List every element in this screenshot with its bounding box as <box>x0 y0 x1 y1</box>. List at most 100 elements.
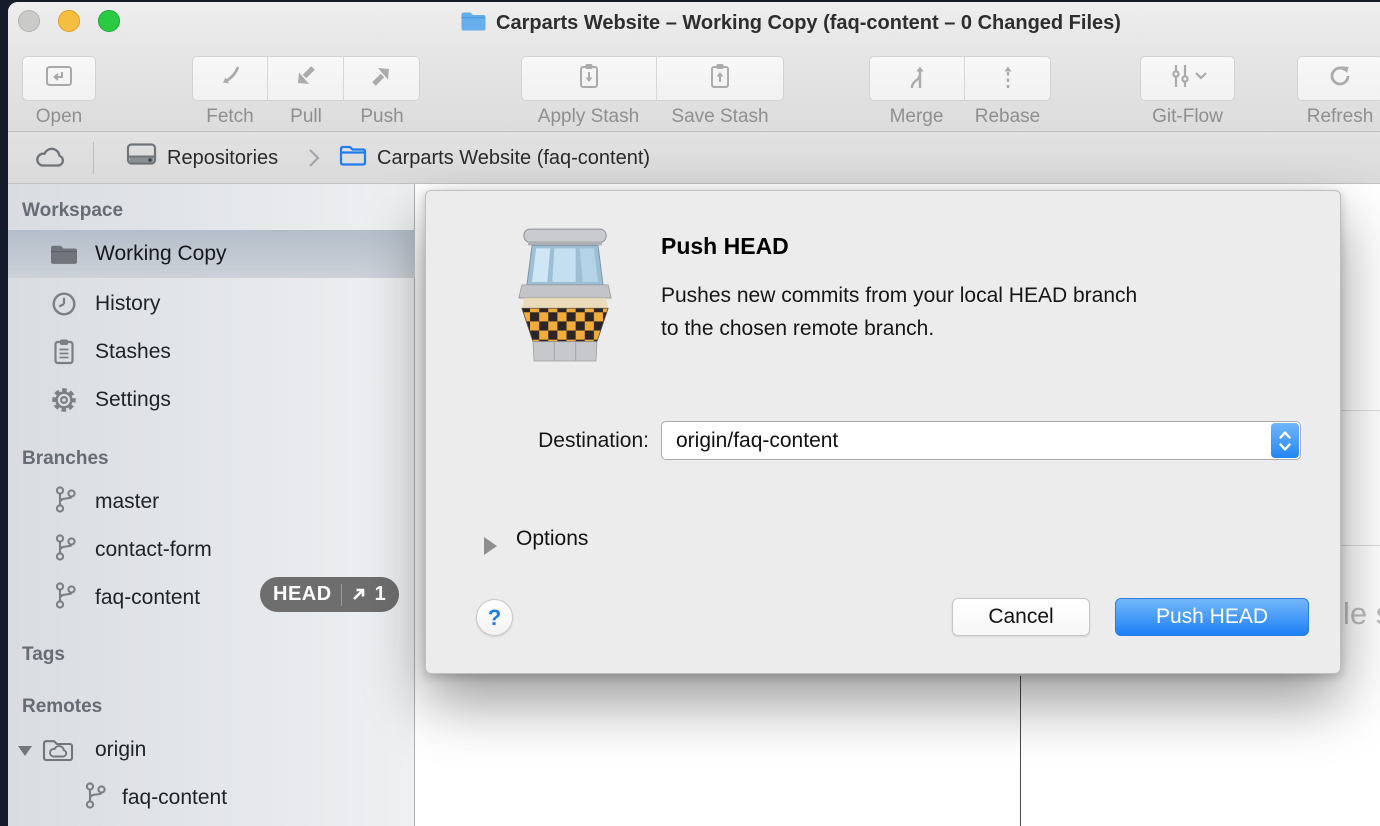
open-button[interactable] <box>22 56 96 101</box>
sidebar-item-settings[interactable]: Settings <box>8 376 415 424</box>
destination-value: origin/faq-content <box>662 429 838 453</box>
push-head-button[interactable]: Push HEAD <box>1115 598 1309 636</box>
destination-select[interactable]: origin/faq-content <box>661 421 1301 460</box>
head-badge: HEAD 1 <box>260 577 399 612</box>
apply-stash-button[interactable] <box>522 57 657 100</box>
remote-folder-icon <box>42 737 74 763</box>
branch-icon <box>54 581 78 615</box>
pull-arrow-icon <box>292 63 320 94</box>
sidebar-item-label: faq-content <box>95 586 200 610</box>
save-stash-icon <box>707 62 733 95</box>
sidebar-section-branches: Branches <box>22 448 109 470</box>
sidebar-item-stashes[interactable]: Stashes <box>8 328 415 376</box>
sidebar-section-workspace: Workspace <box>22 200 123 222</box>
background-row-divider <box>1341 410 1380 411</box>
fetch-pull-push-group <box>192 56 420 101</box>
select-stepper-icon[interactable] <box>1271 423 1299 458</box>
merge-rebase-group <box>869 56 1051 101</box>
sidebar-item-remote-faq-content[interactable]: faq-content <box>8 774 415 822</box>
pane-splitter[interactable] <box>1020 676 1021 826</box>
sidebar-item-label: origin <box>95 738 146 762</box>
clipboard-icon <box>48 338 80 366</box>
breadcrumb-chevron-icon <box>308 132 320 184</box>
repo-folder-icon <box>339 144 367 172</box>
toolbar: Open <box>8 44 1380 132</box>
help-question-mark: ? <box>488 605 501 631</box>
fetch-label: Fetch <box>192 106 268 128</box>
sidebar-item-branch-master[interactable]: master <box>8 478 415 526</box>
rebase-icon <box>995 62 1021 95</box>
breadcrumb-repositories-label: Repositories <box>167 147 278 170</box>
sidebar: Workspace Working Copy History <box>8 184 415 826</box>
breadcrumb-divider <box>93 142 94 174</box>
sidebar-item-branch-contact-form[interactable]: contact-form <box>8 526 415 574</box>
window-folder-icon <box>460 10 486 37</box>
branch-icon <box>84 781 108 815</box>
push-button[interactable] <box>344 57 419 100</box>
background-row-divider <box>1341 545 1380 546</box>
badge-divider <box>341 584 342 606</box>
breadcrumb-repositories[interactable]: Repositories <box>126 132 278 184</box>
gear-icon <box>48 386 80 414</box>
refresh-label: Refresh <box>1300 106 1380 128</box>
tower-app-icon <box>511 221 619 368</box>
sidebar-item-history[interactable]: History <box>8 280 415 328</box>
sidebar-section-remotes: Remotes <box>22 696 102 718</box>
options-disclosure-icon[interactable] <box>484 537 497 555</box>
sidebar-section-tags: Tags <box>22 644 65 666</box>
refresh-icon <box>1326 62 1354 95</box>
breadcrumb-current-label: Carparts Website (faq-content) <box>377 147 650 170</box>
open-folder-icon <box>44 63 74 94</box>
dialog-description-line1: Pushes new commits from your local HEAD … <box>661 279 1137 312</box>
head-badge-label: HEAD <box>273 583 332 606</box>
stash-group <box>521 56 784 101</box>
git-flow-label: Git-Flow <box>1140 106 1235 128</box>
sidebar-item-remote-origin[interactable]: origin <box>8 726 415 774</box>
refresh-button[interactable] <box>1297 56 1380 101</box>
titlebar: Carparts Website – Working Copy (faq-con… <box>8 2 1380 44</box>
sidebar-item-branch-faq-content[interactable]: faq-content HEAD 1 <box>8 574 415 622</box>
push-label: Push <box>344 106 420 128</box>
sidebar-item-label: Stashes <box>95 340 171 364</box>
git-flow-icon <box>1166 63 1210 94</box>
clock-icon <box>48 291 80 317</box>
push-head-dialog: Push HEAD Pushes new commits from your l… <box>425 190 1341 674</box>
cancel-label: Cancel <box>988 605 1053 629</box>
open-label: Open <box>22 106 96 128</box>
breadcrumb: Repositories Carparts Website (faq-conte… <box>8 132 1380 184</box>
sidebar-item-label: faq-content <box>122 786 227 810</box>
save-stash-button[interactable] <box>657 57 783 100</box>
sidebar-item-label: History <box>95 292 160 316</box>
rebase-button[interactable] <box>965 57 1050 100</box>
save-stash-label: Save Stash <box>656 106 784 128</box>
background-partial-text: le s <box>1343 596 1380 632</box>
sidebar-item-label: Working Copy <box>95 242 227 266</box>
pull-label: Pull <box>268 106 344 128</box>
push-arrow-icon <box>367 63 395 94</box>
fetch-arrow-icon <box>216 63 244 94</box>
sidebar-item-label: master <box>95 490 159 514</box>
window-title: Carparts Website – Working Copy (faq-con… <box>496 12 1121 35</box>
git-flow-button[interactable] <box>1140 56 1235 101</box>
zoom-button[interactable] <box>98 10 120 32</box>
cancel-button[interactable]: Cancel <box>952 598 1090 636</box>
dialog-title: Push HEAD <box>661 233 789 260</box>
services-cloud-button[interactable] <box>33 132 67 184</box>
branch-icon <box>54 485 78 519</box>
merge-button[interactable] <box>870 57 965 100</box>
breadcrumb-current-repo[interactable]: Carparts Website (faq-content) <box>339 132 650 184</box>
dialog-description: Pushes new commits from your local HEAD … <box>661 279 1137 345</box>
disclosure-triangle-icon[interactable] <box>18 746 32 756</box>
pull-button[interactable] <box>268 57 343 100</box>
minimize-button[interactable] <box>58 10 80 32</box>
apply-stash-icon <box>576 62 602 95</box>
options-label[interactable]: Options <box>516 527 588 551</box>
apply-stash-label: Apply Stash <box>521 106 656 128</box>
fetch-button[interactable] <box>193 57 268 100</box>
close-button[interactable] <box>18 10 40 32</box>
drive-icon <box>126 142 157 174</box>
sidebar-item-label: Settings <box>95 388 171 412</box>
destination-label: Destination: <box>466 429 649 453</box>
help-button[interactable]: ? <box>476 599 513 636</box>
sidebar-item-working-copy[interactable]: Working Copy <box>8 230 415 278</box>
